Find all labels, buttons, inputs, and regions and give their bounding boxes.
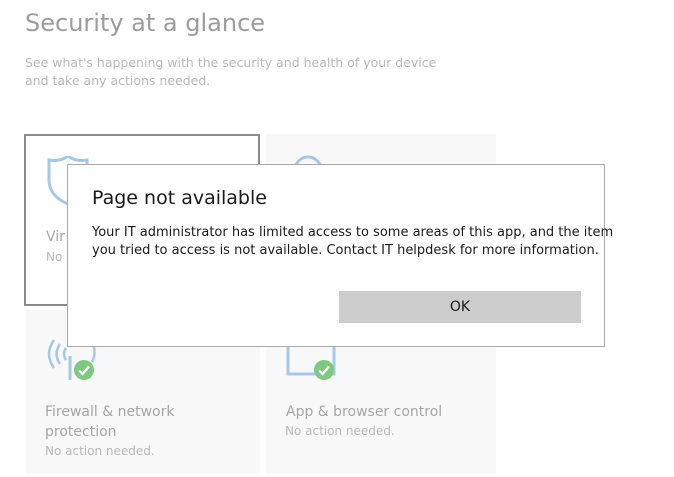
page-subtitle: See what's happening with the security a… — [25, 54, 437, 90]
subtitle-line-1: See what's happening with the security a… — [25, 55, 437, 70]
security-dashboard: Security at a glance See what's happenin… — [0, 0, 674, 477]
tile-title-line-1: Vir — [46, 229, 65, 245]
tile-title-line-2: protection — [45, 424, 117, 440]
tile-title: App & browser control — [286, 402, 442, 422]
tile-title-line-1: App & browser control — [286, 404, 443, 420]
subtitle-line-2: and take any actions needed. — [25, 73, 211, 88]
check-circle-icon — [313, 359, 335, 385]
check-circle-icon — [73, 359, 95, 385]
dialog-message-line-1: Your IT administrator has limited access… — [92, 225, 614, 240]
tile-status: No action needed. — [45, 444, 155, 458]
tile-title: Firewall & network protection — [45, 402, 174, 442]
dialog-message-line-2: you tried to access is not available. Co… — [92, 243, 599, 258]
page-title: Security at a glance — [25, 9, 266, 37]
dialog-title: Page not available — [92, 187, 267, 209]
tile-title: Vir — [46, 227, 65, 247]
tile-title-line-1: Firewall & network — [45, 404, 175, 420]
dialog-message: Your IT administrator has limited access… — [92, 224, 614, 260]
tile-status: No action needed. — [285, 424, 395, 438]
ok-button[interactable]: OK — [339, 291, 581, 323]
page-not-available-dialog: Page not available Your IT administrator… — [67, 164, 614, 347]
